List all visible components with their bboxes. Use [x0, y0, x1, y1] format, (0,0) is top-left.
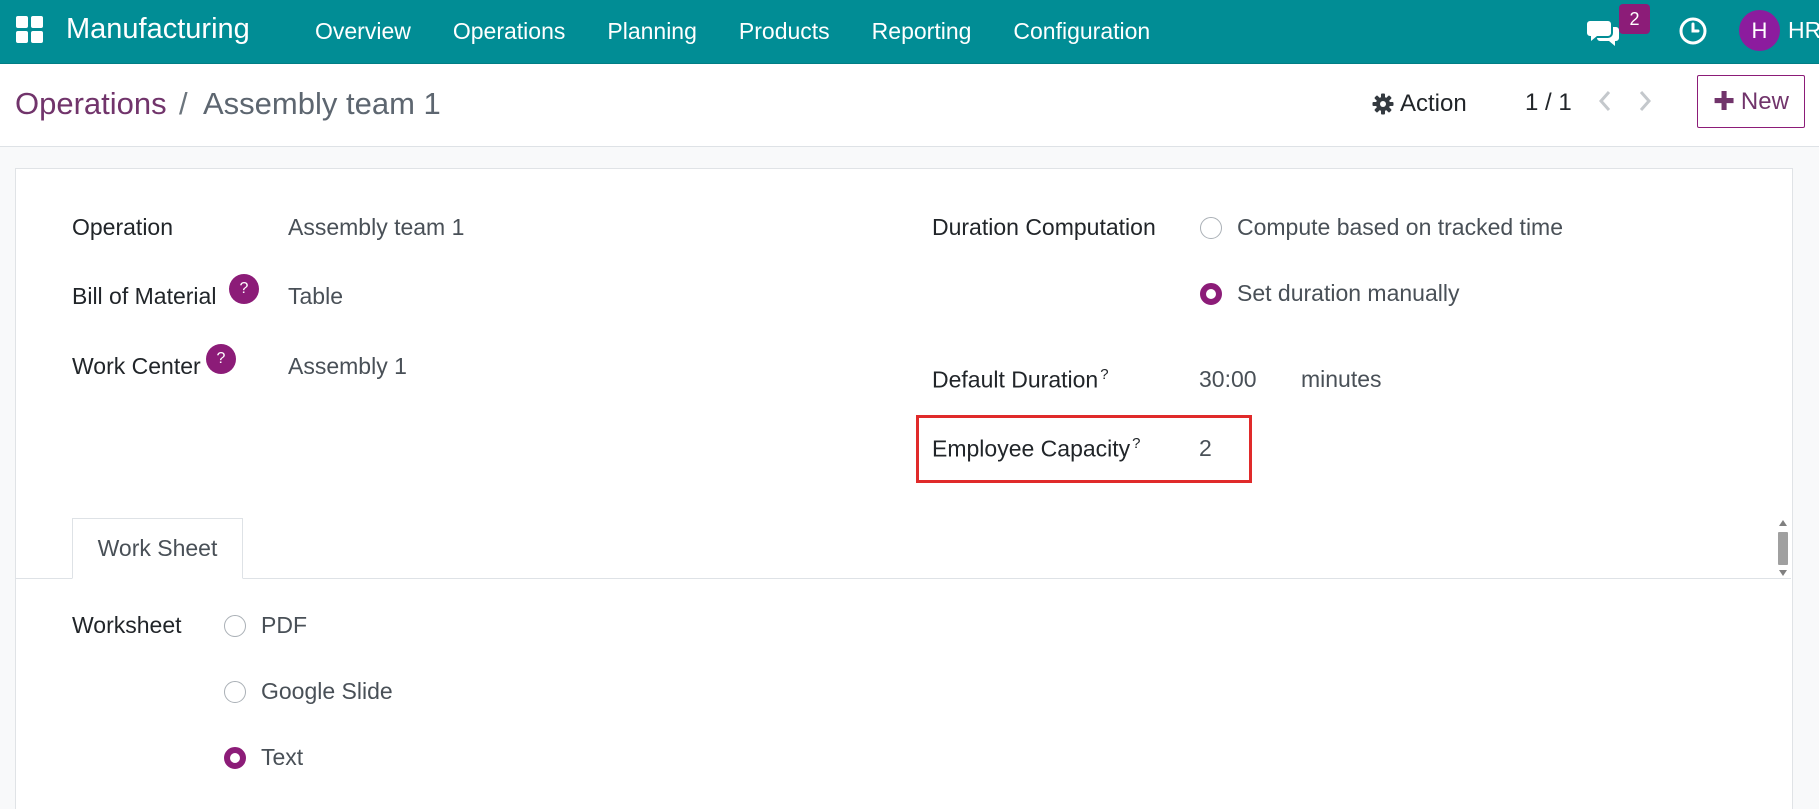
control-panel: Operations / Assembly team 1 Action 1 / …: [0, 64, 1819, 147]
chevron-left-icon[interactable]: [1597, 88, 1613, 121]
menu-item-overview[interactable]: Overview: [315, 18, 411, 45]
activity-clock-icon[interactable]: [1678, 16, 1708, 46]
workcenter-help-icon[interactable]: ?: [206, 344, 236, 374]
scrollbar[interactable]: [1776, 520, 1790, 578]
default-duration-label-text: Default Duration: [932, 366, 1099, 393]
scroll-down-arrow-icon[interactable]: [1779, 570, 1787, 576]
top-navbar: Manufacturing Overview Operations Planni…: [0, 0, 1819, 64]
radio-label-pdf[interactable]: PDF: [261, 612, 307, 639]
radio-label-compute-tracked-time[interactable]: Compute based on tracked time: [1237, 214, 1563, 241]
worksheet-label: Worksheet: [72, 612, 182, 638]
duration-computation-label: Duration Computation: [932, 214, 1156, 240]
breadcrumb-parent-link[interactable]: Operations: [15, 86, 167, 122]
main-menu: Overview Operations Planning Products Re…: [315, 0, 1192, 63]
bom-label: Bill of Material: [72, 283, 217, 309]
operation-label: Operation: [72, 214, 174, 240]
scroll-up-arrow-icon[interactable]: [1779, 520, 1787, 526]
menu-item-reporting[interactable]: Reporting: [872, 18, 972, 45]
workcenter-label: Work Center: [72, 353, 201, 379]
radio-label-google-slide[interactable]: Google Slide: [261, 678, 393, 705]
default-duration-label: Default Duration?: [932, 366, 1109, 394]
workcenter-field[interactable]: Assembly 1: [288, 353, 407, 380]
tabs-divider: [15, 578, 1791, 579]
menu-item-planning[interactable]: Planning: [607, 18, 697, 45]
user-name[interactable]: HR: [1788, 17, 1819, 44]
breadcrumb-separator: /: [179, 86, 188, 121]
new-button-label: New: [1740, 87, 1789, 115]
form-sheet: [15, 168, 1793, 809]
pager-value[interactable]: 1 / 1: [1525, 89, 1572, 117]
menu-item-operations[interactable]: Operations: [453, 18, 566, 45]
chevron-right-icon[interactable]: [1637, 88, 1653, 121]
apps-menu-icon[interactable]: [16, 16, 44, 44]
menu-item-products[interactable]: Products: [739, 18, 830, 45]
default-duration-field[interactable]: 30:00: [1199, 366, 1257, 393]
app-name[interactable]: Manufacturing: [66, 12, 250, 46]
new-button[interactable]: ✚ New: [1697, 75, 1805, 128]
scroll-thumb[interactable]: [1778, 532, 1788, 565]
radio-set-duration-manually[interactable]: [1200, 283, 1222, 305]
radio-label-text[interactable]: Text: [261, 744, 303, 771]
bom-field[interactable]: Table: [288, 283, 343, 310]
user-avatar[interactable]: H: [1739, 10, 1780, 51]
action-button[interactable]: Action: [1372, 88, 1467, 120]
default-duration-unit: minutes: [1301, 366, 1382, 392]
radio-label-set-duration-manually[interactable]: Set duration manually: [1237, 280, 1459, 307]
radio-worksheet-pdf[interactable]: [224, 615, 246, 637]
radio-compute-tracked-time[interactable]: [1200, 217, 1222, 239]
tab-work-sheet[interactable]: Work Sheet: [72, 518, 243, 579]
menu-item-configuration[interactable]: Configuration: [1013, 18, 1150, 45]
plus-icon: ✚: [1713, 86, 1735, 116]
employee-capacity-highlight: [916, 415, 1252, 483]
breadcrumb-current: Assembly team 1: [203, 86, 441, 121]
radio-worksheet-google-slide[interactable]: [224, 681, 246, 703]
gear-icon: [1372, 93, 1394, 115]
chat-icon[interactable]: [1586, 14, 1622, 48]
chat-count-badge: 2: [1619, 4, 1650, 34]
default-duration-help[interactable]: ?: [1100, 366, 1108, 383]
operation-field[interactable]: Assembly team 1: [288, 214, 464, 241]
action-label: Action: [1400, 90, 1467, 117]
radio-worksheet-text[interactable]: [224, 747, 246, 769]
bom-help-icon[interactable]: ?: [229, 274, 259, 304]
